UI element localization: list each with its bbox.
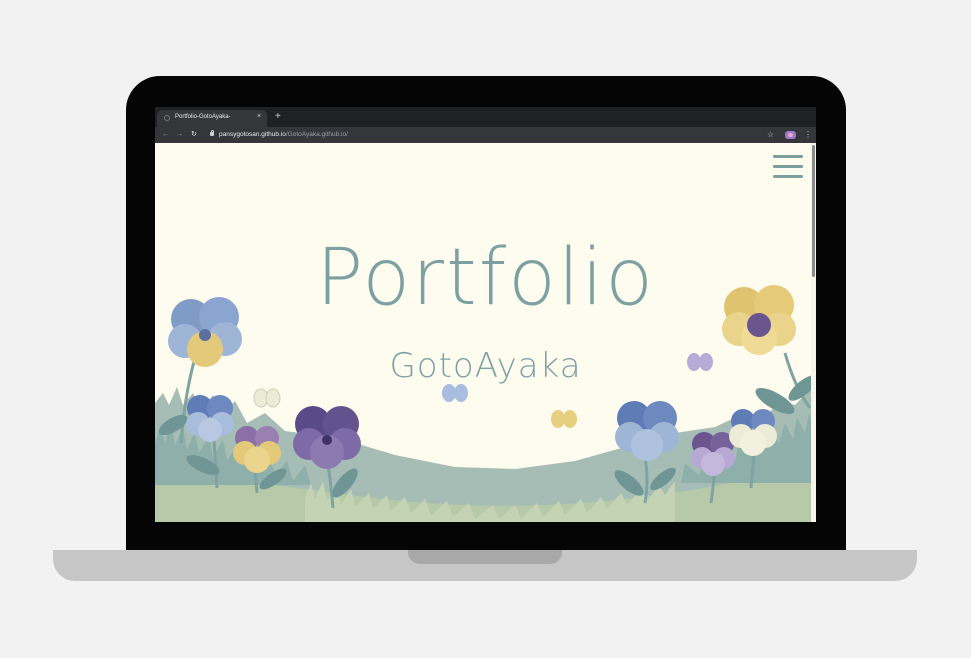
menu-line [773,155,803,158]
hamburger-menu-icon[interactable] [773,154,803,180]
forward-icon[interactable]: → [176,130,183,140]
page-viewport: Portfolio GotoAyaka [155,143,816,522]
close-tab-icon[interactable]: × [257,113,261,121]
new-tab-button[interactable]: + [275,112,281,122]
butterfly [253,388,281,408]
laptop-notch [408,550,562,564]
menu-line [773,165,803,168]
pansy-flower [186,395,234,442]
lock-icon [210,129,214,136]
browser-window: Portfolio-GotoAyaka- × + ← → ↻ pansygoto… [155,107,816,522]
menu-line [773,175,803,178]
tab-bar: Portfolio-GotoAyaka- × + [155,107,816,127]
butterfly [551,410,577,428]
butterfly [442,384,468,402]
url-text[interactable]: pansygotosan.github.io/GotoAyaka.github.… [219,131,348,138]
tab-title: Portfolio-GotoAyaka- [175,114,231,120]
browser-toolbar: ← → ↻ pansygotosan.github.io/GotoAyaka.g… [155,127,816,143]
globe-icon [164,115,170,121]
browser-tab[interactable]: Portfolio-GotoAyaka- × [157,110,267,127]
back-icon[interactable]: ← [162,130,169,140]
extension-icon[interactable] [785,131,796,139]
page-subtitle: GotoAyaka [389,346,582,386]
pansy-garden-illustration [155,285,816,522]
star-icon[interactable]: ☆ [767,130,774,139]
reload-icon[interactable]: ↻ [191,130,197,140]
url-path: /GotoAyaka.github.io/ [285,131,348,138]
address-bar[interactable]: pansygotosan.github.io/GotoAyaka.github.… [205,129,765,141]
url-host: pansygotosan.github.io [219,131,286,138]
menu-icon[interactable]: ⋮ [804,129,812,140]
scrollbar[interactable] [811,143,816,522]
scrollbar-thumb[interactable] [812,145,815,277]
page-title: Portfolio [316,233,655,323]
